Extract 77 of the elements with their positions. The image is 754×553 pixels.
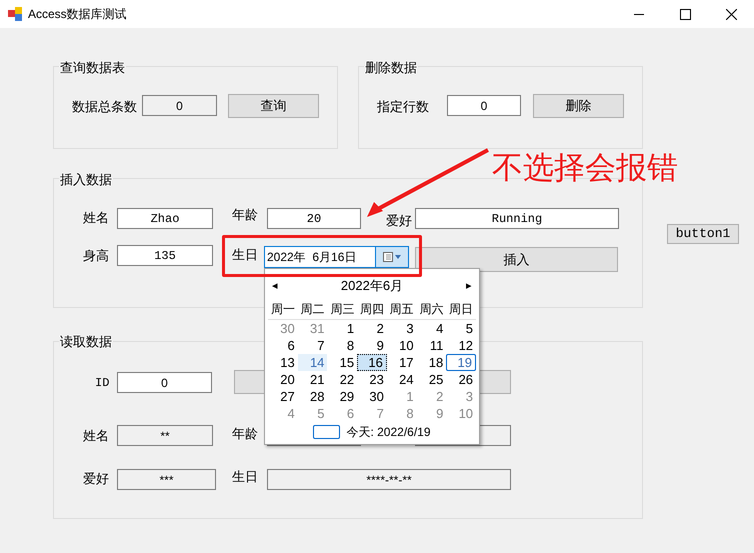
text-field[interactable]: 0 [117,372,212,393]
calendar-day[interactable]: 24 [386,371,417,388]
weekday-header: 周五 [388,301,415,318]
weekday-header: 周日 [448,301,474,318]
field-label: 爱好 [83,470,109,488]
field-label: 爱好 [386,212,412,230]
calendar-day[interactable]: 1 [327,320,358,337]
calendar-day[interactable]: 23 [357,371,387,388]
calendar-day[interactable]: 29 [327,388,358,405]
calendar-day[interactable]: 27 [268,388,298,405]
field-label: 身高 [83,247,109,265]
calendar-day[interactable]: 16 [357,354,387,371]
calendar-day[interactable]: 20 [268,371,298,388]
calendar-day[interactable]: 14 [298,354,328,371]
field-label: 年龄 [232,206,258,224]
annotation-text: 不选择会报错 [492,150,678,186]
previous-month-button[interactable]: ◂ [268,278,282,294]
calendar-day[interactable]: 8 [327,337,358,354]
date-value: 2022年 6月16日 [266,249,356,266]
field-label: 姓名 [83,427,109,445]
calendar-day[interactable]: 2 [357,320,387,337]
calendar-day[interactable]: 5 [446,320,476,337]
text-field[interactable]: 135 [117,245,213,266]
calendar-dropdown-button[interactable] [375,247,408,267]
calendar-day[interactable]: 19 [446,354,476,371]
action-button[interactable]: 查询 [228,94,319,118]
calendar-day[interactable]: 25 [416,371,446,388]
maximize-icon [680,8,690,20]
calendar-day[interactable]: 11 [416,337,446,354]
action-button[interactable]: button1 [667,224,739,244]
weekday-header: 周四 [359,301,386,318]
calendar-icon [383,252,401,262]
calendar-day[interactable]: 18 [416,354,446,371]
text-field[interactable]: Zhao [117,208,213,229]
text-field[interactable]: 0 [447,95,521,116]
text-field[interactable]: ****-**-** [267,469,511,490]
calendar-day[interactable]: 28 [298,388,328,405]
text-field[interactable]: 20 [267,208,361,229]
calendar-day[interactable]: 30 [357,388,387,405]
month-title: 2022年6月 [340,277,404,296]
calendar-day[interactable]: 3 [386,320,417,337]
calendar-day[interactable]: 22 [327,371,358,388]
date-picker[interactable]: 2022年 6月16日 [264,246,409,268]
field-label: 生日 [232,468,258,486]
weekday-header: 周三 [329,301,356,318]
field-label: 生日 [232,246,258,264]
calendar-day[interactable]: 12 [446,337,476,354]
field-label: 姓名 [83,209,109,227]
next-month-button[interactable]: ▸ [462,278,476,294]
field-label: ID [95,375,110,392]
today-link[interactable]: 今天: 2022/6/19 [346,423,431,441]
text-field[interactable]: Running [415,208,619,229]
field-label: 年龄 [232,425,258,443]
calendar-day[interactable]: 4 [416,320,446,337]
text-field[interactable]: ** [117,425,213,446]
today-marker [313,425,340,439]
weekday-header: 周二 [300,301,326,318]
action-button[interactable]: 插入 [415,247,618,272]
calendar-day[interactable]: 21 [298,371,328,388]
calendar-day[interactable]: 15 [327,354,358,371]
text-field[interactable]: *** [117,469,216,490]
calendar-day[interactable]: 9 [357,337,387,354]
text-field[interactable]: 0 [142,95,217,116]
weekday-header: 周六 [418,301,444,318]
field-label: 数据总条数 [72,98,137,116]
weekday-header: 周一 [270,301,296,318]
calendar-day[interactable]: 26 [446,371,476,388]
calendar-day[interactable]: 13 [268,354,298,371]
calendar-day[interactable]: 17 [386,354,417,371]
app-icon [8,7,22,21]
window-title: Access数据库测试 [28,6,127,23]
calendar-day[interactable]: 6 [268,337,298,354]
close-icon [726,8,736,20]
calendar-day[interactable]: 10 [386,337,417,354]
calendar-day[interactable]: 7 [298,337,328,354]
action-button[interactable]: 删除 [533,94,624,118]
field-label: 指定行数 [377,98,429,116]
